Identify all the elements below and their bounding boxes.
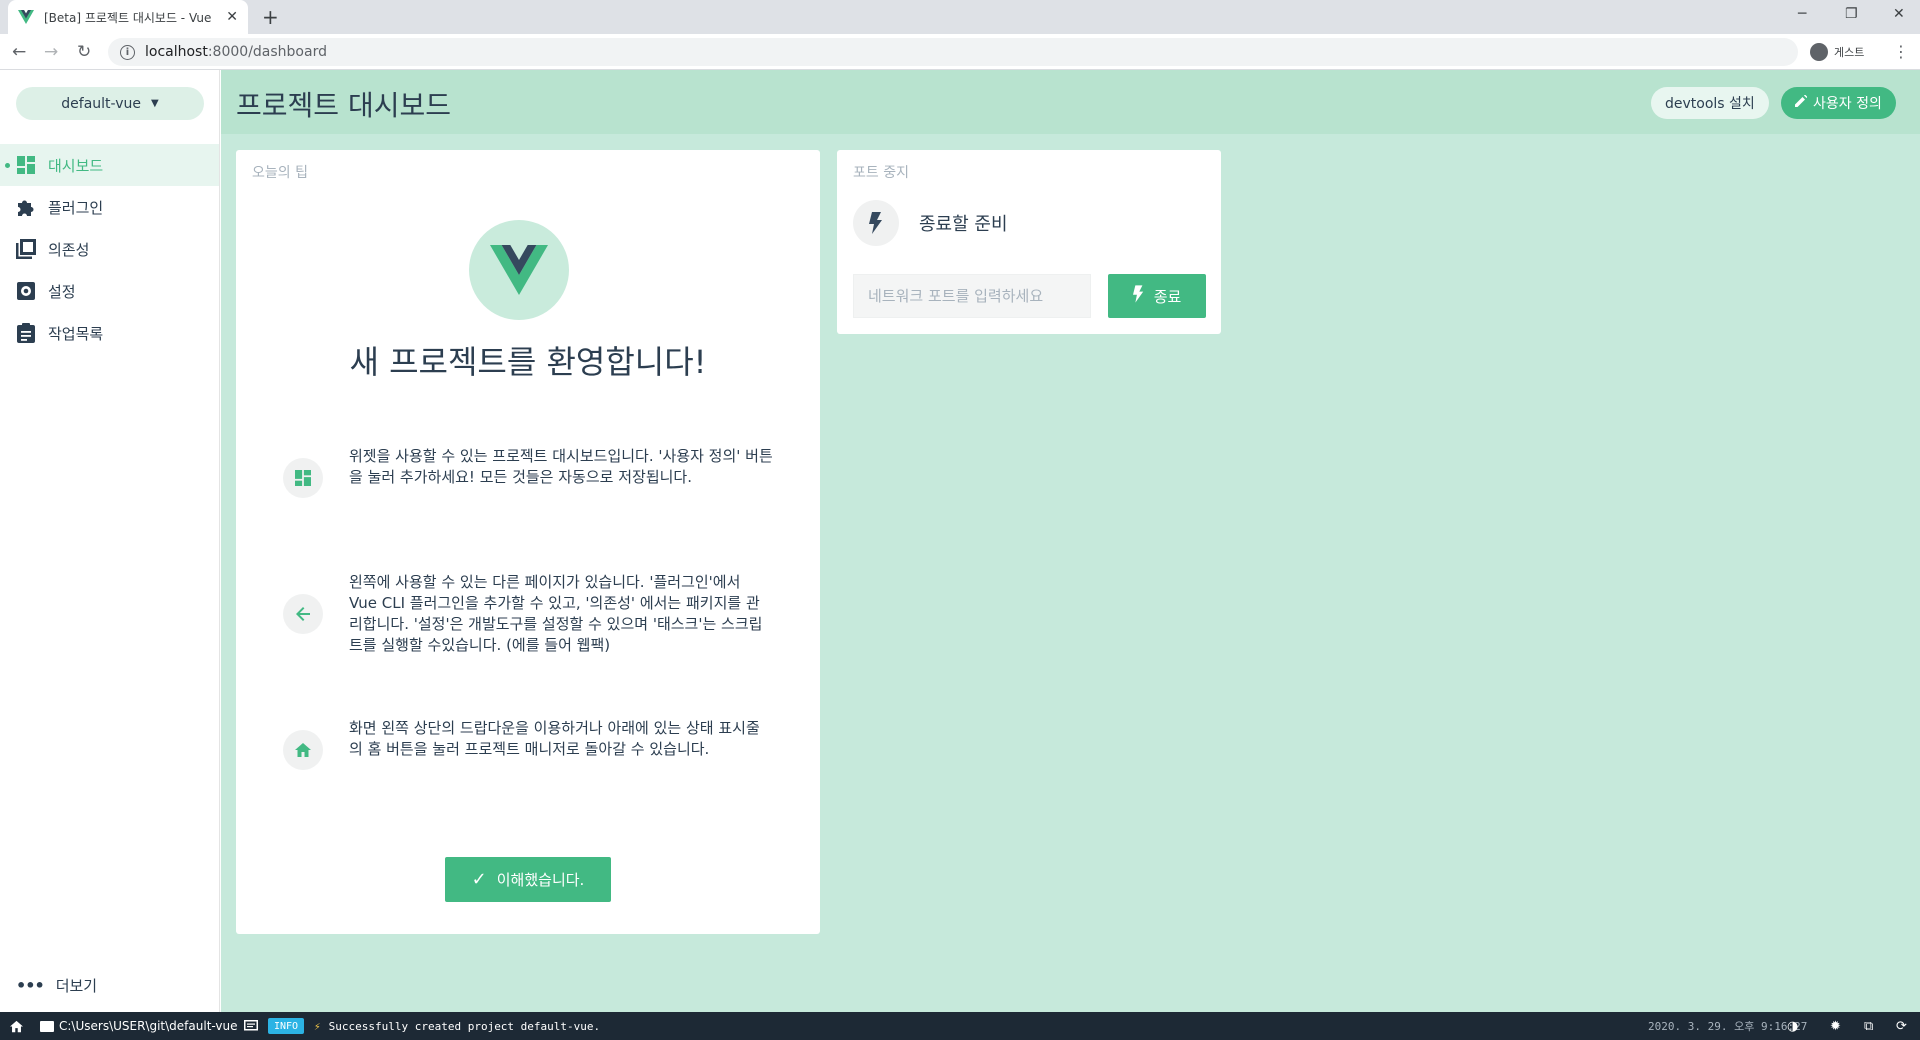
caret-down-icon: ▼	[151, 98, 159, 109]
got-it-button[interactable]: ✓ 이해했습니다.	[445, 857, 611, 902]
vue-logo	[469, 220, 569, 320]
sidebar-item-configuration[interactable]: 설정	[0, 270, 219, 312]
sidebar-item-label: 설정	[48, 282, 76, 301]
refresh-icon: ⟳	[1896, 1018, 1907, 1034]
translate-button[interactable]: ⧉	[1864, 1012, 1873, 1040]
active-indicator	[5, 163, 10, 168]
sidebar-item-tasks[interactable]: 작업목록	[0, 312, 219, 354]
avatar-icon	[1810, 43, 1828, 61]
console-icon	[244, 1020, 258, 1031]
dashboard-icon	[283, 458, 323, 498]
contrast-icon: ◑	[1787, 1018, 1799, 1034]
bolt-icon	[1132, 285, 1144, 307]
library-icon	[16, 239, 36, 259]
got-it-label: 이해했습니다.	[496, 871, 585, 889]
welcome-heading: 새 프로젝트를 환영합니다!	[349, 343, 707, 381]
folder-icon	[40, 1020, 54, 1032]
restore-icon[interactable]: ❐	[1845, 6, 1858, 22]
customize-label: 사용자 정의	[1813, 96, 1882, 112]
tip-text: 위젯을 사용할 수 있는 프로젝트 대시보드입니다. '사용자 정의' 버튼을 …	[349, 447, 773, 486]
gear-icon	[16, 281, 36, 301]
site-info-icon[interactable]: i	[120, 44, 135, 60]
profile-button[interactable]: 게스트	[1806, 39, 1875, 65]
bug-icon: ✹	[1830, 1018, 1841, 1034]
translate-icon: ⧉	[1864, 1018, 1874, 1034]
kill-status-text: 종료할 준비	[919, 214, 1008, 235]
tab-close-icon[interactable]: ✕	[226, 9, 238, 25]
page-title: 프로젝트 대시보드	[236, 89, 451, 122]
tab-title: [Beta] 프로젝트 대시보드 - Vue	[44, 10, 212, 25]
sidebar-item-dashboard[interactable]: 대시보드	[0, 144, 219, 186]
more-label: 더보기	[55, 977, 98, 995]
log-message-text: Successfully created project default-vue…	[328, 1019, 601, 1033]
kill-label: 종료	[1153, 287, 1182, 306]
dark-mode-toggle[interactable]: ◑	[1787, 1012, 1798, 1040]
widget-title: 포트 중지	[853, 165, 909, 181]
home-icon	[10, 1020, 23, 1032]
sidebar-item-label: 작업목록	[48, 324, 104, 343]
refresh-button[interactable]: ⟳	[1896, 1012, 1907, 1040]
minimize-icon[interactable]: ─	[1798, 6, 1806, 22]
browser-toolbar: ← → ↻ i localhost:8000/dashboard 게스트 ⋮	[0, 34, 1920, 70]
sidebar-item-plugins[interactable]: 플러그인	[0, 186, 219, 228]
dashboard-icon	[16, 155, 36, 175]
project-path: C:\Users\USER\git\default-vue	[59, 1019, 238, 1033]
home-icon	[283, 730, 323, 770]
clipboard-icon	[16, 323, 36, 343]
back-icon[interactable]: ←	[12, 42, 26, 62]
status-log-message[interactable]: ⚡ Successfully created project default-v…	[314, 1012, 600, 1040]
customize-button[interactable]: 사용자 정의	[1781, 87, 1896, 119]
vue-logo-icon	[490, 245, 548, 295]
kill-button[interactable]: 종료	[1108, 274, 1206, 318]
log-level-badge: INFO	[268, 1018, 305, 1034]
widget-title: 오늘의 팁	[252, 165, 308, 181]
forward-icon[interactable]: →	[44, 42, 58, 62]
main-content: 프로젝트 대시보드 devtools 설치 사용자 정의 오늘의 팁 새 프로젝…	[221, 70, 1920, 1012]
address-bar[interactable]: i localhost:8000/dashboard	[108, 38, 1798, 66]
url-host: localhost	[145, 44, 208, 60]
sidebar-item-label: 대시보드	[48, 156, 104, 175]
sidebar: default-vue ▼ 대시보드 플러그인 의존성 설정 작업목록 •••	[0, 70, 220, 1012]
tip-of-the-day-widget: 오늘의 팁 새 프로젝트를 환영합니다! 위젯을 사용할 수 있는 프로젝트 대…	[236, 150, 820, 934]
pencil-icon	[1795, 94, 1808, 111]
status-bar: C:\Users\USER\git\default-vue INFO ⚡ Suc…	[0, 1012, 1920, 1040]
reload-icon[interactable]: ↻	[77, 42, 91, 62]
browser-tab[interactable]: [Beta] 프로젝트 대시보드 - Vue ✕	[8, 0, 248, 34]
bolt-icon	[853, 200, 899, 246]
arrow-left-icon	[283, 594, 323, 634]
bug-report-button[interactable]: ✹	[1830, 1012, 1841, 1040]
port-input[interactable]	[853, 274, 1091, 318]
tip-text: 왼쪽에 사용할 수 있는 다른 페이지가 있습니다. '플러그인'에서 Vue …	[349, 573, 763, 654]
status-project-path[interactable]: C:\Users\USER\git\default-vue	[40, 1012, 238, 1040]
sidebar-item-label: 의존성	[48, 240, 90, 259]
kill-port-widget: 포트 중지 종료할 준비 종료	[837, 150, 1221, 334]
more-button[interactable]: ••• 더보기	[16, 975, 97, 996]
kill-status: 종료할 준비	[853, 200, 1008, 246]
window-close-icon[interactable]: ✕	[1893, 6, 1905, 22]
project-selector[interactable]: default-vue ▼	[16, 87, 204, 120]
devtools-button[interactable]: devtools 설치	[1651, 87, 1769, 119]
status-timestamp: 2020. 3. 29. 오후 9:16:27	[1648, 1020, 1808, 1033]
puzzle-icon	[16, 197, 36, 217]
status-home-button[interactable]	[10, 1012, 23, 1040]
check-icon: ✓	[471, 869, 487, 890]
bolt-icon: ⚡	[314, 1019, 321, 1033]
tip-text: 화면 왼쪽 상단의 드랍다운을 이용하거나 아래에 있는 상태 표시줄의 홈 버…	[349, 719, 760, 758]
page-header: 프로젝트 대시보드 devtools 설치 사용자 정의	[221, 70, 1920, 134]
new-tab-button[interactable]: +	[262, 5, 279, 29]
url-path: :8000/dashboard	[207, 44, 327, 60]
profile-label: 게스트	[1834, 46, 1865, 59]
sidebar-item-label: 플러그인	[48, 198, 104, 217]
sidebar-item-dependencies[interactable]: 의존성	[0, 228, 219, 270]
project-name: default-vue	[61, 95, 141, 112]
status-console-button[interactable]	[244, 1012, 258, 1040]
browser-menu-icon[interactable]: ⋮	[1893, 42, 1909, 61]
vue-favicon-icon	[18, 10, 34, 24]
browser-tabbar: [Beta] 프로젝트 대시보드 - Vue ✕ + ─ ❐ ✕	[0, 0, 1920, 34]
more-dots-icon: •••	[16, 976, 45, 995]
